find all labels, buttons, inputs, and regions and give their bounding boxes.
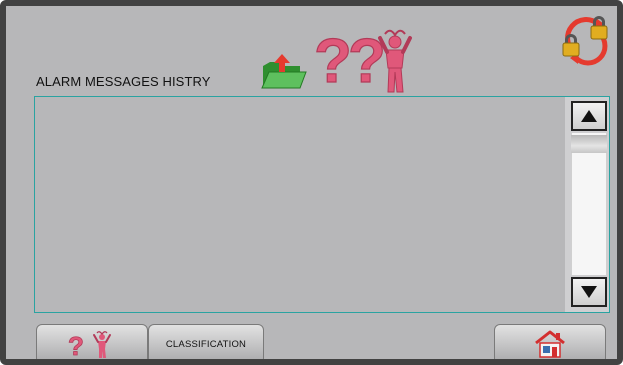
help-person-icon[interactable]: ? ?: [310, 24, 420, 94]
svg-text:?: ?: [68, 331, 84, 359]
scroll-down-button[interactable]: [571, 277, 607, 307]
alarm-messages-list[interactable]: [34, 96, 610, 313]
triangle-down-icon: [581, 286, 597, 298]
scroll-track[interactable]: [571, 133, 607, 275]
classification-button[interactable]: CLASSIFICATION: [148, 324, 264, 359]
scroll-up-button[interactable]: [571, 101, 607, 131]
svg-text:?: ?: [314, 27, 352, 94]
home-icon: [535, 330, 565, 358]
help-person-icon: ?: [68, 331, 111, 359]
lock-rotate-icon[interactable]: [558, 12, 612, 66]
screen-frame: ALARM MESSAGES HISTRY ? ? ? CLASSIFICATI…: [0, 0, 623, 365]
export-folder-icon[interactable]: [260, 52, 308, 92]
messages-area: [35, 97, 563, 312]
scroll-thumb[interactable]: [571, 135, 607, 153]
scrollbar[interactable]: [565, 97, 609, 312]
home-button[interactable]: [494, 324, 606, 359]
page-title: ALARM MESSAGES HISTRY: [36, 74, 211, 89]
classification-label: CLASSIFICATION: [165, 338, 247, 350]
triangle-up-icon: [581, 110, 597, 122]
help-button[interactable]: ?: [36, 324, 148, 359]
